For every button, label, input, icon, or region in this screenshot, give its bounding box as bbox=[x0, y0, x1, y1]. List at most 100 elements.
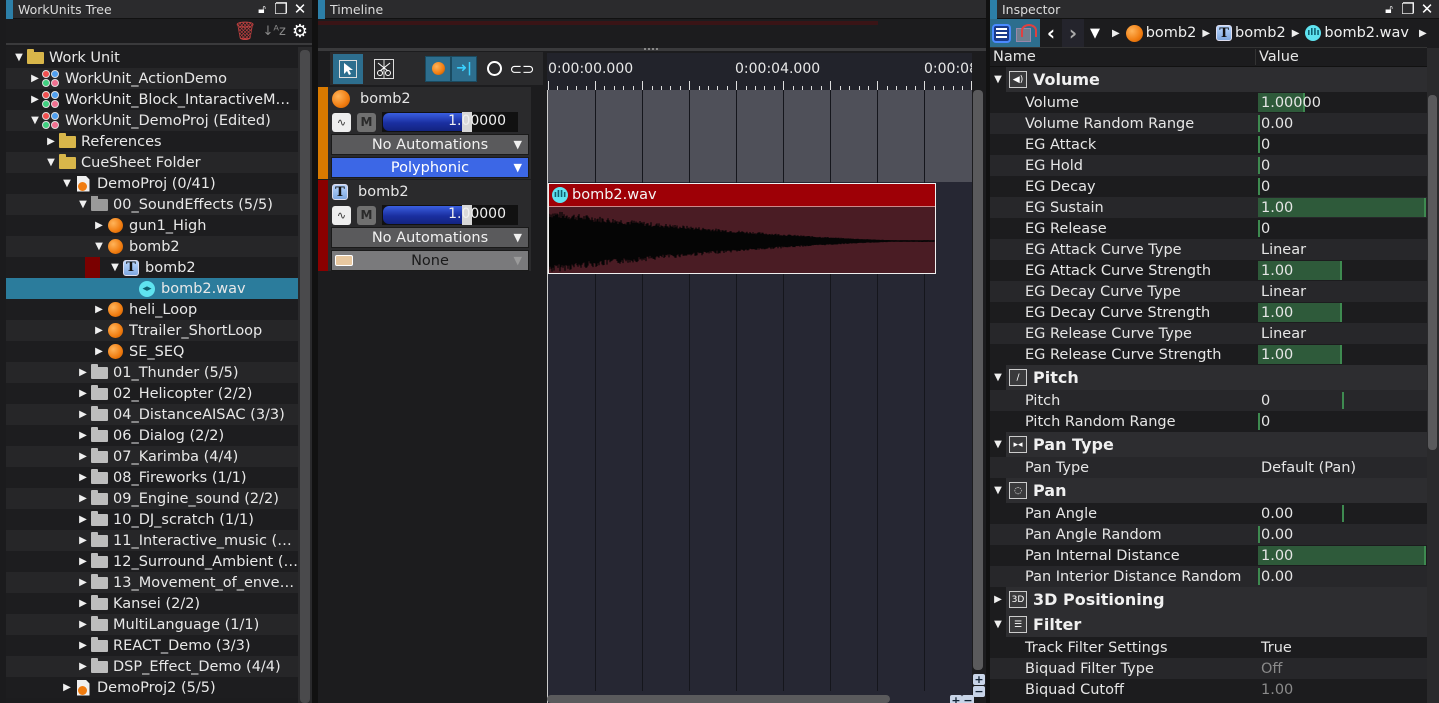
volume-slider[interactable]: 1.00000 bbox=[382, 205, 518, 225]
volume-slider[interactable]: 1.00000 bbox=[382, 112, 518, 132]
property-value[interactable]: 0.00 bbox=[1258, 113, 1427, 134]
inspector-scrollbar-thumb[interactable] bbox=[1428, 95, 1437, 450]
expand-arrow-right-icon[interactable]: ▶ bbox=[92, 220, 106, 231]
timeline-vertical-scrollbar[interactable] bbox=[973, 90, 983, 670]
record-button[interactable] bbox=[425, 55, 451, 82]
expand-arrow-down-icon[interactable]: ▼ bbox=[44, 157, 58, 168]
horizontal-zoom-in-button[interactable]: + bbox=[950, 695, 962, 703]
tree-item[interactable]: ▶ 07_Karimba (4/4) bbox=[6, 446, 298, 467]
expand-arrow-down-icon[interactable]: ▼ bbox=[76, 199, 90, 210]
tree-item[interactable]: ▶ DemoProj2 (5/5) bbox=[6, 677, 298, 698]
expand-arrow-right-icon[interactable]: ▶ bbox=[76, 514, 90, 525]
property-value[interactable]: 0 bbox=[1258, 134, 1427, 155]
section-header-volume[interactable]: ▼ ◀) Volume bbox=[990, 67, 1427, 92]
tree-item[interactable]: ▶ heli_Loop bbox=[6, 299, 298, 320]
unlock-icon[interactable]: 🔓︎ bbox=[254, 1, 270, 17]
property-value[interactable]: Default (Pan) bbox=[1258, 457, 1427, 478]
expand-arrow-right-icon[interactable]: ▶ bbox=[76, 472, 90, 483]
tree-item[interactable]: ▶ 08_Fireworks (1/1) bbox=[6, 467, 298, 488]
expand-arrow-right-icon[interactable]: ▶ bbox=[76, 535, 90, 546]
property-value[interactable]: 1.00 bbox=[1258, 545, 1427, 566]
tree-item[interactable]: ▼ DemoProj (0/41) bbox=[6, 173, 298, 194]
time-ruler[interactable]: 0:00:00.000 0:00:04.000 0:00:08. bbox=[547, 53, 972, 90]
tree-item[interactable]: ▶ 13_Movement_of_envelop... bbox=[6, 572, 298, 593]
section-header-pitch[interactable]: ▼ / Pitch bbox=[990, 365, 1427, 390]
tree-item[interactable]: ▼ CueSheet Folder bbox=[6, 152, 298, 173]
tree-item[interactable]: ▼ 00_SoundEffects (5/5) bbox=[6, 194, 298, 215]
float-window-icon[interactable]: ❐ bbox=[1400, 1, 1416, 17]
breadcrumb-item[interactable]: ıllı bomb2.wav bbox=[1305, 25, 1409, 41]
cut-tool-button[interactable] bbox=[369, 54, 399, 84]
breadcrumb-more-icon[interactable]: ▶ bbox=[1419, 28, 1427, 39]
property-value[interactable]: 1.00000 bbox=[1258, 92, 1427, 113]
vertical-zoom-out-button[interactable]: − bbox=[973, 686, 985, 697]
expand-arrow-right-icon[interactable]: ▶ bbox=[76, 640, 90, 651]
snap-to-end-button[interactable]: ➜| bbox=[451, 55, 477, 82]
property-value[interactable]: 1.00 bbox=[1258, 344, 1427, 365]
expand-arrow-right-icon[interactable]: ▶ bbox=[76, 388, 90, 399]
tree-item[interactable]: ▼ bomb2 bbox=[6, 236, 298, 257]
gear-icon[interactable]: ⚙ bbox=[292, 21, 308, 42]
expand-arrow-right-icon[interactable]: ▶ bbox=[92, 304, 106, 315]
forward-button[interactable]: › bbox=[1062, 19, 1084, 47]
tree-item[interactable]: ▶ 12_Surround_Ambient (2/2) bbox=[6, 551, 298, 572]
property-value[interactable]: Off bbox=[1258, 658, 1427, 679]
expand-arrow-down-icon[interactable]: ▼ bbox=[12, 52, 26, 63]
play-mode-dropdown[interactable]: Polyphonic ▼ bbox=[331, 157, 529, 178]
property-value[interactable]: Linear bbox=[1258, 323, 1427, 344]
expand-arrow-right-icon[interactable]: ▶ bbox=[76, 367, 90, 378]
property-value[interactable]: 0 bbox=[1258, 390, 1427, 411]
expand-arrow-right-icon[interactable]: ▶ bbox=[76, 577, 90, 588]
expand-arrow-down-icon[interactable]: ▼ bbox=[108, 262, 122, 273]
breadcrumb-item[interactable]: T bomb2 bbox=[1216, 25, 1286, 41]
section-header-filter[interactable]: ▼ ☰ Filter bbox=[990, 612, 1427, 637]
history-dropdown-button[interactable]: ▼ bbox=[1084, 19, 1106, 47]
tree-item[interactable]: ▼ Tbomb2 bbox=[6, 257, 298, 278]
expand-arrow-down-icon[interactable]: ▼ bbox=[28, 115, 42, 126]
section-header-pan[interactable]: ▼ ◌ Pan bbox=[990, 478, 1427, 503]
timeline-horizontal-scrollbar[interactable] bbox=[547, 695, 890, 703]
expand-arrow-down-icon[interactable]: ▼ bbox=[990, 478, 1006, 503]
tree-item[interactable]: ▶ 06_Dialog (2/2) bbox=[6, 425, 298, 446]
close-icon[interactable]: ✕ bbox=[292, 1, 308, 17]
tree-item[interactable]: ▶ 11_Interactive_music (3/3) bbox=[6, 530, 298, 551]
property-value[interactable]: 0 bbox=[1258, 155, 1427, 176]
unlock-icon[interactable]: 🔓︎ bbox=[1381, 1, 1397, 17]
tree-item[interactable]: ◂▸ bomb2.wav bbox=[6, 278, 298, 299]
property-value[interactable]: 0 bbox=[1258, 218, 1427, 239]
tree-item[interactable]: ▶ References bbox=[6, 131, 298, 152]
envelope-icon[interactable]: ∿ bbox=[332, 112, 351, 132]
expand-arrow-right-icon[interactable]: ▶ bbox=[76, 598, 90, 609]
tree-item[interactable]: ▶ 02_Helicopter (2/2) bbox=[6, 383, 298, 404]
property-value[interactable]: 1.00 bbox=[1258, 260, 1427, 281]
sync-selection-button[interactable] bbox=[1015, 23, 1037, 43]
float-window-icon[interactable]: ❐ bbox=[273, 1, 289, 17]
property-value[interactable]: 1.00 bbox=[1258, 302, 1427, 323]
expand-arrow-right-icon[interactable]: ▶ bbox=[92, 346, 106, 357]
sort-az-icon[interactable]: ↓ᴬz bbox=[263, 24, 286, 39]
tree-item[interactable]: ▼ WorkUnit_DemoProj (Edited) bbox=[6, 110, 298, 131]
tree-item[interactable]: ▶ 01_Thunder (5/5) bbox=[6, 362, 298, 383]
value-column-header[interactable]: Value bbox=[1256, 49, 1299, 65]
expand-arrow-down-icon[interactable]: ▼ bbox=[990, 67, 1006, 92]
property-value[interactable]: Linear bbox=[1258, 239, 1427, 260]
property-value[interactable]: 0.00 bbox=[1258, 566, 1427, 587]
expand-arrow-right-icon[interactable]: ▶ bbox=[28, 94, 42, 105]
property-value[interactable]: 0.00 bbox=[1258, 503, 1427, 524]
property-value[interactable]: 1.00 bbox=[1258, 679, 1427, 700]
expand-arrow-right-icon[interactable]: ▶ bbox=[76, 493, 90, 504]
selector-dropdown[interactable]: None ▼ bbox=[331, 250, 529, 271]
close-icon[interactable]: ✕ bbox=[1419, 1, 1435, 17]
expand-arrow-down-icon[interactable]: ▼ bbox=[990, 612, 1006, 637]
select-tool-button[interactable] bbox=[333, 53, 363, 84]
property-value[interactable]: 0 bbox=[1258, 411, 1427, 432]
tree-item[interactable]: ▶ Kansei (2/2) bbox=[6, 593, 298, 614]
tree-item[interactable]: ▶ REACT_Demo (3/3) bbox=[6, 635, 298, 656]
expand-arrow-right-icon[interactable]: ▶ bbox=[28, 73, 42, 84]
expand-arrow-right-icon[interactable]: ▶ bbox=[76, 556, 90, 567]
vertical-zoom-in-button[interactable]: + bbox=[973, 674, 985, 685]
tree-item[interactable]: ▶ 04_DistanceAISAC (3/3) bbox=[6, 404, 298, 425]
tree-item[interactable]: ▶ MultiLanguage (1/1) bbox=[6, 614, 298, 635]
tree-item[interactable]: ▼ Work Unit bbox=[6, 47, 298, 68]
waveform-clip[interactable]: ıllı bomb2.wav bbox=[548, 183, 936, 274]
